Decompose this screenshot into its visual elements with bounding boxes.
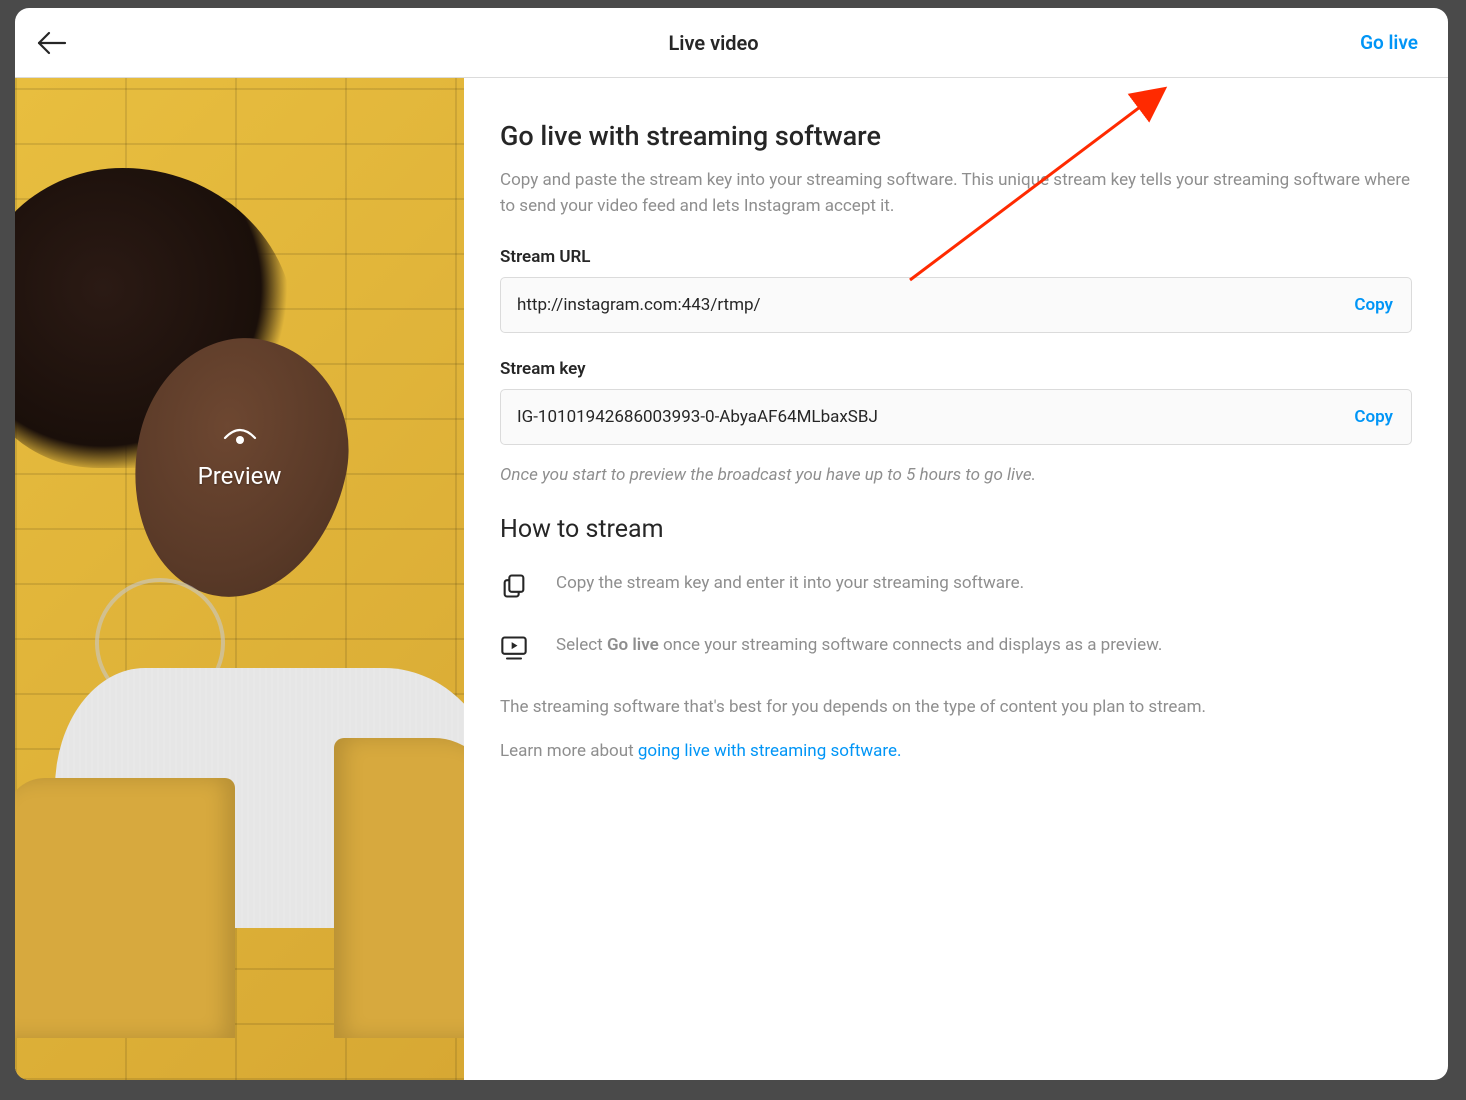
preview-time-note: Once you start to preview the broadcast …	[500, 465, 1412, 485]
preview-panel[interactable]: Preview	[15, 78, 464, 1080]
stream-url-value[interactable]: http://instagram.com:443/rtmp/	[517, 295, 1354, 315]
how-to-heading: How to stream	[500, 515, 1412, 544]
go-live-button[interactable]: Go live	[1360, 31, 1418, 54]
copy-icon	[500, 572, 528, 600]
preview-eye-icon	[223, 426, 257, 448]
preview-label: Preview	[198, 462, 282, 490]
content-panel: Go live with streaming software Copy and…	[464, 78, 1448, 1080]
stream-key-value[interactable]: IG-10101942686003993-0-AbyaAF64MLbaxSBJ	[517, 407, 1354, 427]
section-description: Copy and paste the stream key into your …	[500, 168, 1412, 219]
copy-stream-key-button[interactable]: Copy	[1354, 407, 1393, 427]
section-heading: Go live with streaming software	[500, 120, 1412, 152]
back-button[interactable]	[37, 28, 67, 58]
preview-overlay: Preview	[15, 426, 464, 490]
modal-title: Live video	[668, 31, 758, 55]
stream-key-label: Stream key	[500, 359, 1412, 379]
stream-url-label: Stream URL	[500, 247, 1412, 267]
stream-key-field: IG-10101942686003993-0-AbyaAF64MLbaxSBJ …	[500, 389, 1412, 445]
how-to-step-2-text: Select Go live once your streaming softw…	[556, 632, 1162, 658]
modal-body: Preview Go live with streaming software …	[15, 78, 1448, 1080]
how-to-step-2: Select Go live once your streaming softw…	[500, 632, 1412, 662]
how-to-step-1-text: Copy the stream key and enter it into yo…	[556, 570, 1024, 596]
stream-url-field: http://instagram.com:443/rtmp/ Copy	[500, 277, 1412, 333]
copy-stream-url-button[interactable]: Copy	[1354, 295, 1393, 315]
preview-person	[15, 198, 464, 1080]
modal-header: Live video Go live	[15, 8, 1448, 78]
stream-play-icon	[500, 634, 528, 662]
arrow-left-icon	[37, 31, 67, 55]
live-video-modal: Live video Go live Preview Go	[15, 8, 1448, 1080]
learn-more-link[interactable]: going live with streaming software.	[638, 741, 902, 761]
learn-more: Learn more about going live with streami…	[500, 738, 1412, 764]
footer-paragraph: The streaming software that's best for y…	[500, 694, 1412, 720]
how-to-step-1: Copy the stream key and enter it into yo…	[500, 570, 1412, 600]
